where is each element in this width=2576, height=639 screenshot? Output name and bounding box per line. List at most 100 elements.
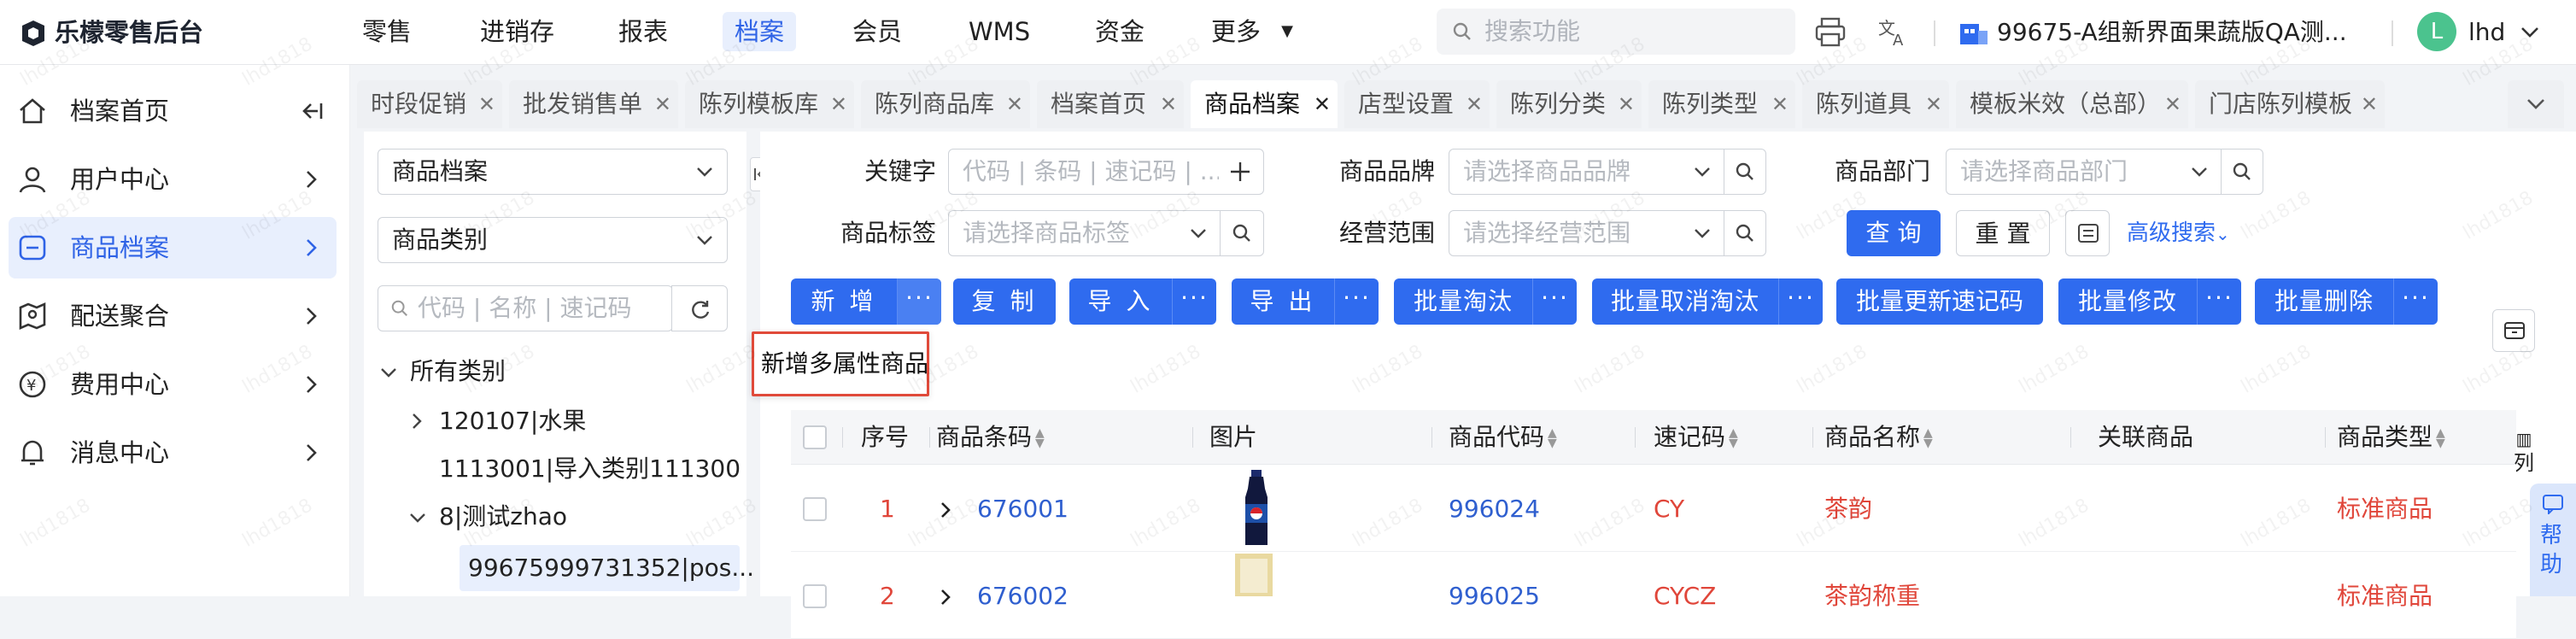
batch-retire-more-button[interactable]: ··· (1532, 278, 1577, 325)
printer-icon[interactable] (1814, 17, 1847, 48)
close-icon[interactable]: ✕ (1160, 80, 1177, 128)
nav-reports[interactable]: 报表 (606, 12, 680, 51)
tree-node-pos[interactable]: 99675999731352|pos... (468, 550, 754, 586)
batch-retire-button[interactable]: 批量淘汰 (1394, 278, 1532, 325)
category-type-select[interactable]: 商品类别 (378, 217, 728, 263)
sidebar-item-product-archive[interactable]: 商品档案 (9, 217, 337, 278)
nav-wms[interactable]: WMS (957, 12, 1042, 51)
batch-modify-more-button[interactable]: ··· (2197, 278, 2241, 325)
tag-search-button[interactable] (1220, 210, 1264, 256)
function-search[interactable]: 搜索功能 (1437, 9, 1795, 55)
export-button[interactable]: 导 出 (1232, 278, 1334, 325)
keyword-input[interactable]: 代码 | 条码 | 速记码 | ... (948, 149, 1264, 195)
nav-funds[interactable]: 资金 (1083, 12, 1156, 51)
store-selector[interactable]: 99675-A组新界面果蔬版QA测... (1997, 14, 2347, 51)
batch-unretire-more-button[interactable]: ··· (1778, 278, 1823, 325)
filter-settings-button[interactable] (2065, 210, 2110, 256)
col-barcode[interactable]: 商品条码 ▲ ▼ (936, 410, 1047, 465)
add-more-button[interactable]: ··· (897, 278, 941, 325)
col-type[interactable]: 商品类型 ▲ ▼ (2337, 410, 2448, 465)
add-multi-attr-product-option[interactable]: 新增多属性商品 (761, 334, 928, 394)
advanced-search-link[interactable]: 高级搜索⌄ (2127, 210, 2230, 257)
copy-button[interactable]: 复 制 (953, 278, 1056, 325)
tag-select[interactable]: 请选择商品标签 (948, 210, 1221, 256)
tab-wholesale[interactable]: 批发销售单 ✕ (509, 80, 678, 128)
collapse-sidebar-icon[interactable] (301, 101, 325, 121)
chevron-down-icon[interactable] (2520, 24, 2540, 41)
tree-search-input[interactable]: 代码 | 名称 | 速记码 (378, 285, 673, 331)
nav-member[interactable]: 会员 (840, 12, 914, 51)
close-icon[interactable]: ✕ (654, 80, 671, 128)
dept-select[interactable]: 请选择商品部门 (1946, 149, 2222, 195)
query-button[interactable]: 查 询 (1847, 210, 1941, 256)
nav-inventory[interactable]: 进销存 (468, 12, 566, 51)
tab-display-category[interactable]: 陈列分类 ✕ (1496, 80, 1642, 128)
brand-search-button[interactable] (1724, 149, 1766, 195)
close-icon[interactable]: ✕ (2164, 80, 2181, 128)
tabs-overflow-button[interactable] (2508, 80, 2564, 128)
sidebar-item-expense[interactable]: ¥ 费用中心 (9, 354, 337, 415)
tab-product-archive[interactable]: 商品档案 ✕ (1191, 80, 1338, 128)
nav-more[interactable]: 更多 ▼ (1199, 12, 1303, 51)
close-icon[interactable]: ✕ (1006, 80, 1023, 128)
nav-retail[interactable]: 零售 (350, 12, 424, 51)
scope-search-button[interactable] (1724, 210, 1766, 256)
chevron-right-icon[interactable] (938, 588, 953, 607)
batch-modify-button[interactable]: 批量修改 (2058, 278, 2197, 325)
add-button[interactable]: 新 增 (791, 278, 897, 325)
tab-display-props[interactable]: 陈列道具 ✕ (1802, 80, 1949, 128)
tab-time-promo[interactable]: 时段促销 ✕ (357, 80, 502, 128)
batch-update-code-button[interactable]: 批量更新速记码 (1836, 278, 2043, 325)
table-row[interactable]: 2 676002 996025 CYCZ 茶韵称重 标准商品 (791, 554, 2516, 639)
row-barcode[interactable]: 676002 (977, 554, 1068, 639)
avatar[interactable]: L (2417, 12, 2456, 51)
sidebar-item-messages[interactable]: 消息中心 (9, 422, 337, 484)
column-panel-toggle[interactable] (2492, 309, 2535, 352)
import-more-button[interactable]: ··· (1172, 278, 1216, 325)
batch-unretire-button[interactable]: 批量取消淘汰 (1592, 278, 1778, 325)
sidebar-item-archive-home[interactable]: 档案首页 (9, 80, 337, 142)
tree-node-fruit[interactable]: 120107|水果 (439, 403, 586, 439)
sidebar-item-user-center[interactable]: 用户中心 (9, 149, 337, 210)
user-name[interactable]: lhd (2468, 14, 2505, 51)
import-button[interactable]: 导 入 (1069, 278, 1172, 325)
brand-select[interactable]: 请选择商品品牌 (1449, 149, 1725, 195)
close-icon[interactable]: ✕ (1314, 80, 1331, 128)
row-barcode[interactable]: 676001 (977, 466, 1068, 552)
tree-node-import-category[interactable]: 1113001|导入类别111300 (439, 451, 741, 487)
export-more-button[interactable]: ··· (1334, 278, 1379, 325)
batch-delete-button[interactable]: 批量删除 (2255, 278, 2393, 325)
col-shortcode[interactable]: 速记码 ▲ ▼ (1654, 410, 1741, 465)
tab-store-type[interactable]: 店型设置 ✕ (1344, 80, 1490, 128)
product-image[interactable] (1235, 466, 1278, 550)
tab-store-display-template[interactable]: 门店陈列模板 ✕ (2195, 80, 2385, 128)
close-icon[interactable]: ✕ (830, 80, 847, 128)
nav-archive[interactable]: 档案 (723, 12, 797, 51)
table-row[interactable]: 1 676001 996024 CY 茶韵 标准商品 (791, 466, 2516, 552)
reset-button[interactable]: 重 置 (1956, 210, 2050, 256)
row-checkbox[interactable] (803, 497, 827, 521)
product-image[interactable] (1228, 554, 1279, 596)
close-icon[interactable]: ✕ (1771, 80, 1789, 128)
scope-select[interactable]: 请选择经营范围 (1449, 210, 1725, 256)
tab-display-template-lib[interactable]: 陈列模板库 ✕ (685, 80, 854, 128)
tree-node-all[interactable]: 所有类别 (410, 354, 506, 390)
row-code[interactable]: 996024 (1449, 466, 1540, 552)
chevron-down-icon[interactable] (408, 509, 427, 526)
row-code[interactable]: 996025 (1449, 554, 1540, 639)
dept-search-button[interactable] (2221, 149, 2263, 195)
tab-archive-home[interactable]: 档案首页 ✕ (1037, 80, 1184, 128)
plus-icon[interactable] (1229, 161, 1251, 183)
tab-display-type[interactable]: 陈列类型 ✕ (1648, 80, 1795, 128)
select-all-checkbox[interactable] (803, 425, 827, 449)
tab-display-product-lib[interactable]: 陈列商品库 ✕ (861, 80, 1030, 128)
tree-node-test-zhao[interactable]: 8|测试zhao (439, 499, 567, 535)
close-icon[interactable]: ✕ (1466, 80, 1483, 128)
row-checkbox[interactable] (803, 584, 827, 608)
close-icon[interactable]: ✕ (478, 80, 495, 128)
chevron-right-icon[interactable] (408, 412, 425, 431)
sidebar-item-delivery[interactable]: 配送聚合 (9, 285, 337, 347)
close-icon[interactable]: ✕ (1618, 80, 1635, 128)
translate-icon[interactable]: 文 A (1877, 17, 1908, 48)
col-name[interactable]: 商品名称 ▲ ▼ (1824, 410, 1935, 465)
